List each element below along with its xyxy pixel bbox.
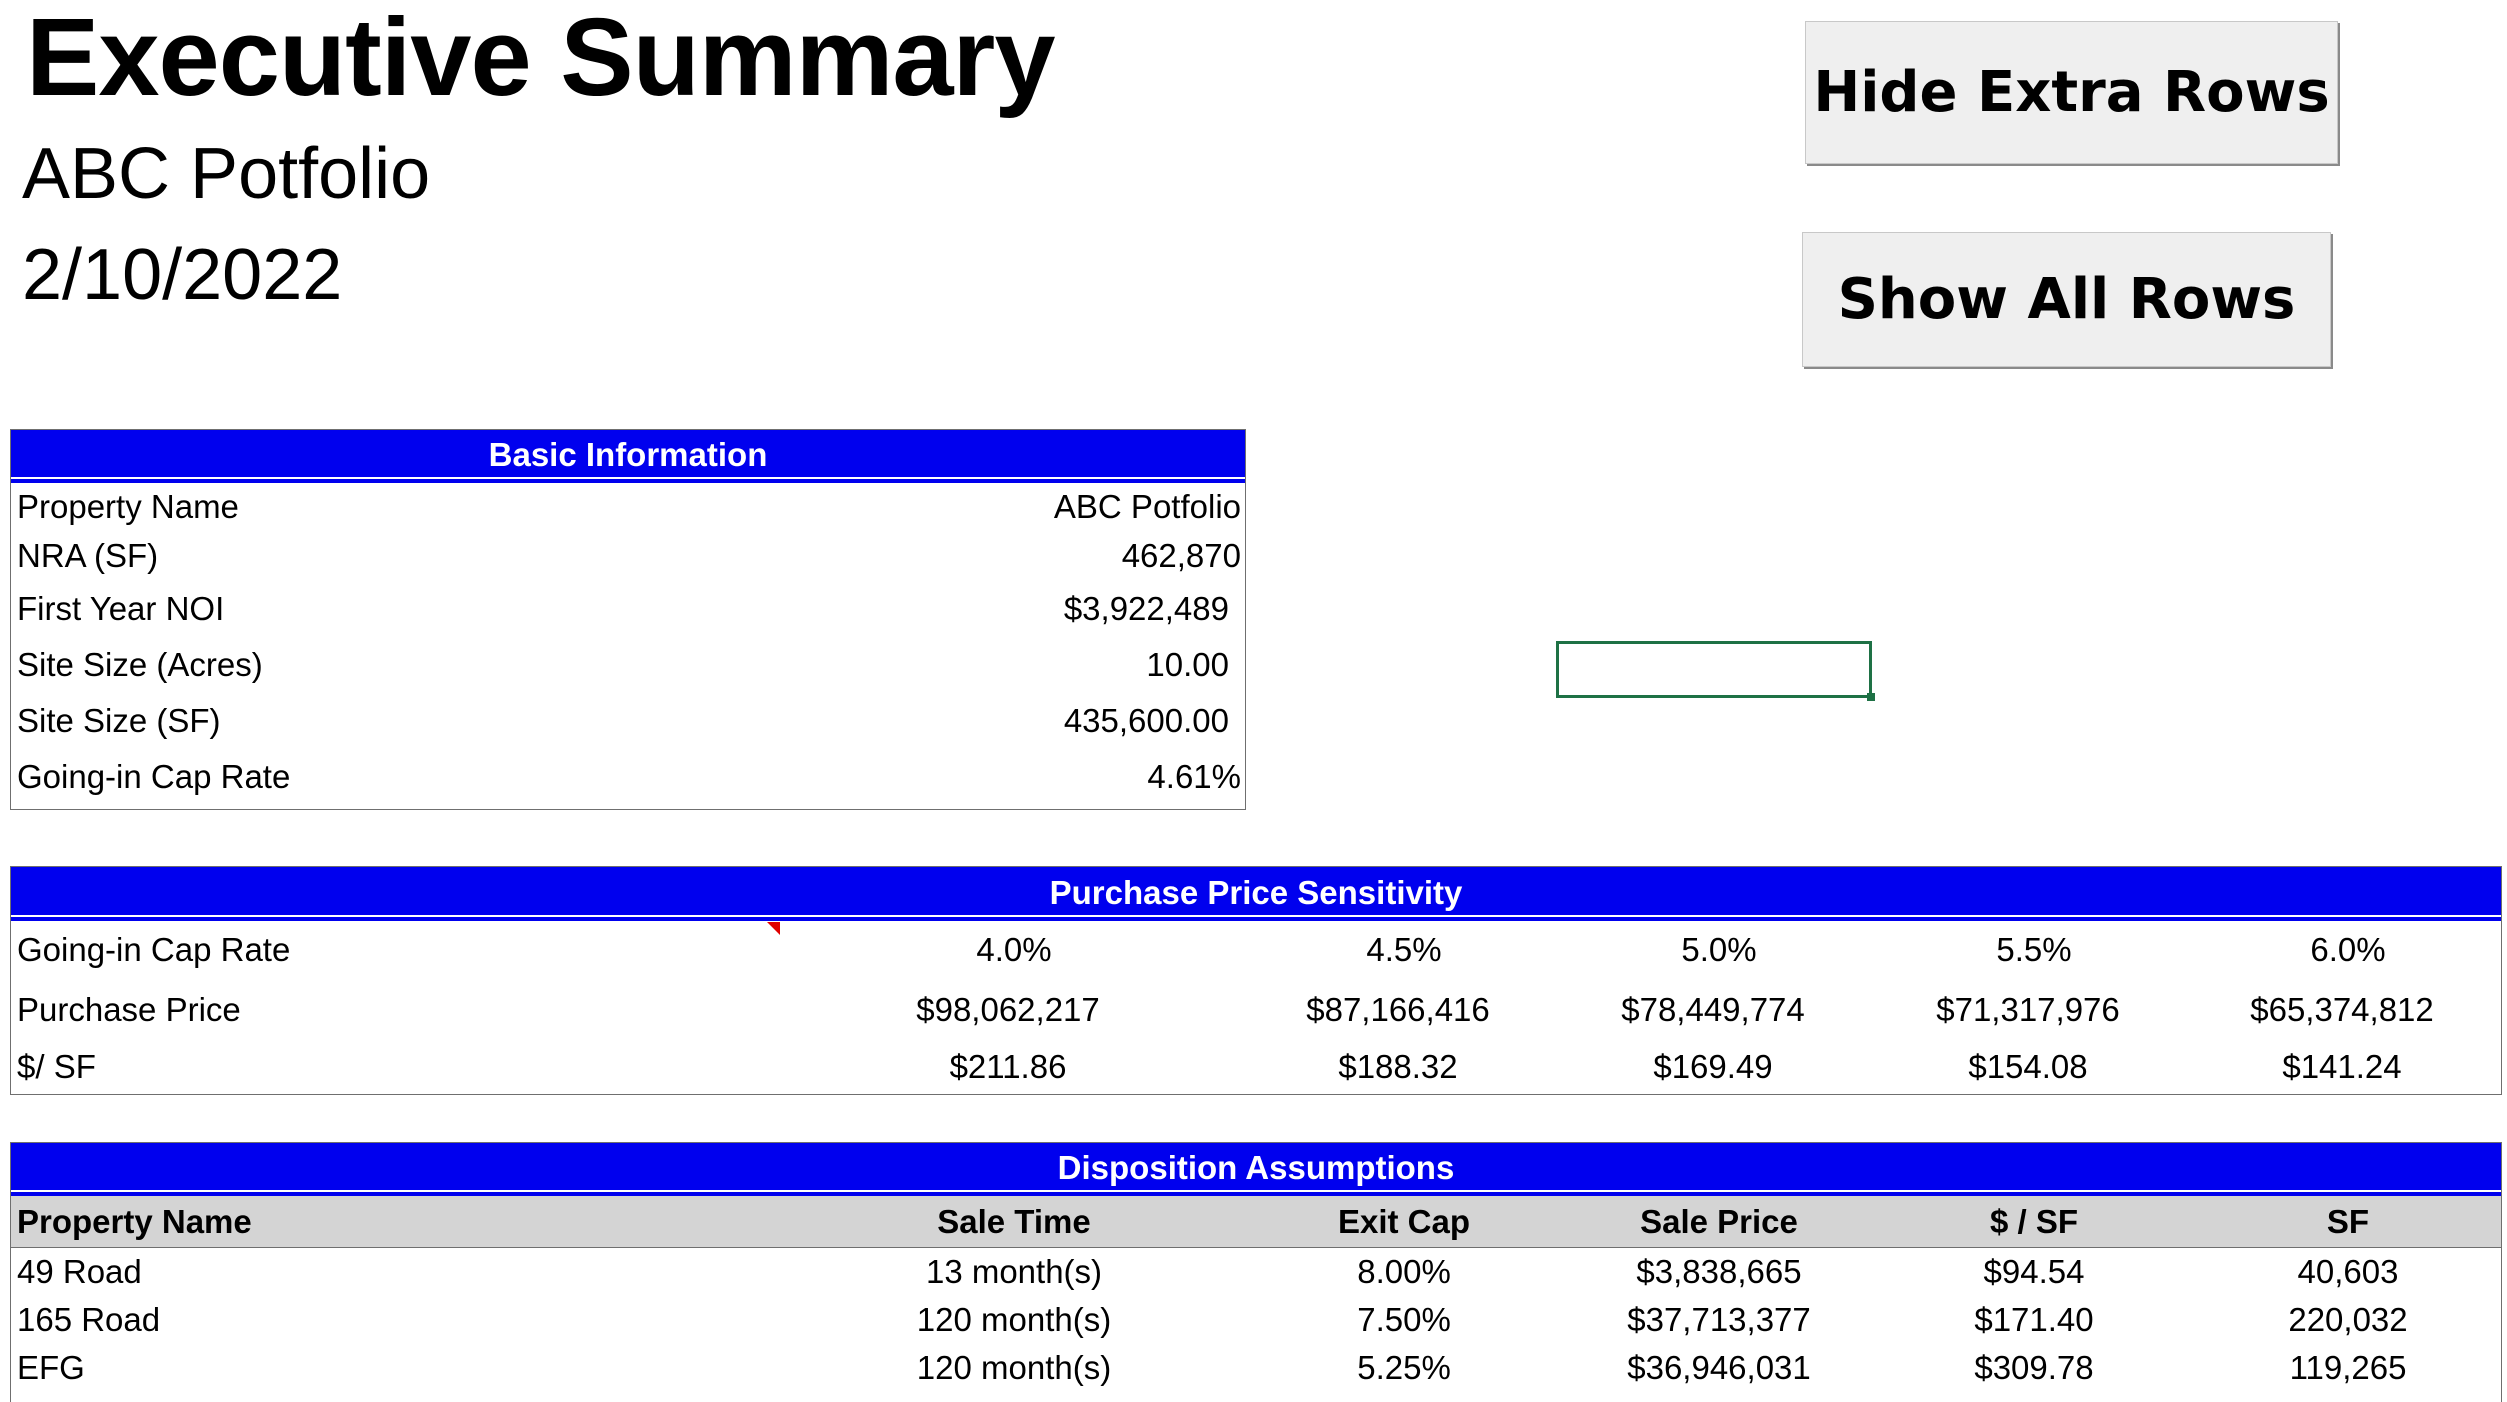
- basic-information-table: Basic Information Property Name ABC Potf…: [10, 429, 1246, 810]
- exit-cap-cell: 7.50%: [1357, 1301, 1451, 1338]
- basic-info-row[interactable]: Property Name ABC Potfolio: [11, 483, 1245, 531]
- sale-price-cell: $36,946,031: [1627, 1349, 1811, 1386]
- sensitivity-row[interactable]: Purchase Price $98,062,217 $87,166,416 $…: [11, 979, 2501, 1041]
- table-row[interactable]: EFG 120 month(s) 5.25% $36,946,031 $309.…: [11, 1344, 2501, 1392]
- basic-info-label: NRA (SF): [17, 537, 159, 574]
- sensitivity-cell: $87,166,416: [1306, 991, 1490, 1028]
- basic-info-value: 435,600.00: [1063, 702, 1229, 739]
- hide-extra-rows-button[interactable]: Hide Extra Rows: [1805, 21, 2338, 164]
- portfolio-name: ABC Potfolio: [22, 134, 431, 214]
- sensitivity-cell: $169.49: [1653, 1048, 1773, 1085]
- sale-price-cell: $37,713,377: [1627, 1301, 1811, 1338]
- property-name-cell: EFG: [17, 1349, 85, 1386]
- sensitivity-cell: $71,317,976: [1936, 991, 2120, 1028]
- sensitivity-label: Purchase Price: [17, 991, 241, 1028]
- basic-info-value: 462,870: [1121, 537, 1241, 574]
- comment-indicator[interactable]: [767, 922, 780, 935]
- sale-price-cell: $3,838,665: [1636, 1253, 1802, 1290]
- sensitivity-cell: 4.5%: [1366, 931, 1442, 968]
- basic-info-row[interactable]: Going-in Cap Rate 4.61%: [11, 749, 1245, 805]
- sensitivity-cell: 6.0%: [2310, 931, 2386, 968]
- report-date: 2/10/2022: [22, 235, 343, 315]
- basic-info-label: Going-in Cap Rate: [17, 758, 291, 795]
- column-header-exit-cap: Exit Cap: [1337, 1202, 1471, 1240]
- basic-info-value: 10.00: [1146, 646, 1229, 683]
- sensitivity-cell: $65,374,812: [2250, 991, 2434, 1028]
- selected-cell[interactable]: [1556, 641, 1875, 701]
- property-name-cell: 165 Road: [17, 1301, 161, 1338]
- dollar-per-sf-cell: $171.40: [1974, 1301, 2094, 1338]
- basic-info-row[interactable]: First Year NOI $3,922,489: [11, 581, 1245, 637]
- show-all-rows-button[interactable]: Show All Rows: [1802, 232, 2331, 367]
- sensitivity-cell: $211.86: [949, 1048, 1067, 1085]
- dollar-per-sf-cell: $94.54: [1983, 1253, 2085, 1290]
- basic-info-row[interactable]: Site Size (SF) 435,600.00: [11, 693, 1245, 749]
- basic-info-row[interactable]: Site Size (Acres) 10.00: [11, 637, 1245, 693]
- column-header-property-name: Property Name: [17, 1202, 252, 1240]
- sensitivity-cell: 5.5%: [1996, 931, 2072, 968]
- column-header-sale-time: Sale Time: [937, 1202, 1091, 1240]
- column-header-sale-price: Sale Price: [1640, 1202, 1798, 1240]
- disposition-assumptions-table: Disposition Assumptions Property Name Sa…: [10, 1142, 2502, 1402]
- basic-info-value: 4.61%: [1147, 758, 1241, 795]
- sensitivity-label: $/ SF: [17, 1048, 96, 1085]
- sf-cell: 40,603: [2297, 1253, 2399, 1290]
- property-name-cell: 49 Road: [17, 1253, 142, 1290]
- sensitivity-cell: $154.08: [1968, 1048, 2088, 1085]
- sf-cell: 119,265: [2289, 1349, 2407, 1386]
- basic-info-label: First Year NOI: [17, 590, 225, 627]
- column-header-dollar-per-sf: $ / SF: [1989, 1202, 2079, 1240]
- sensitivity-cell: $188.32: [1338, 1048, 1458, 1085]
- sensitivity-cell: $98,062,217: [916, 991, 1100, 1028]
- purchase-price-sensitivity-header: Purchase Price Sensitivity: [11, 867, 2501, 921]
- purchase-price-sensitivity-table: Purchase Price Sensitivity Going-in Cap …: [10, 866, 2502, 1095]
- exit-cap-cell: 5.25%: [1357, 1349, 1451, 1386]
- sensitivity-label: Going-in Cap Rate: [17, 931, 291, 968]
- table-row[interactable]: 165 Road 120 month(s) 7.50% $37,713,377 …: [11, 1296, 2501, 1344]
- sale-time-cell: 120 month(s): [916, 1301, 1112, 1338]
- basic-info-label: Site Size (SF): [17, 702, 221, 739]
- basic-information-header: Basic Information: [11, 430, 1245, 483]
- sensitivity-row[interactable]: Going-in Cap Rate 4.0% 4.5% 5.0% 5.5% 6.…: [11, 921, 2501, 979]
- disposition-assumptions-header: Disposition Assumptions: [11, 1143, 2501, 1196]
- table-row[interactable]: 49 Road 13 month(s) 8.00% $3,838,665 $94…: [11, 1248, 2501, 1296]
- sensitivity-cell: $141.24: [2282, 1048, 2402, 1085]
- dollar-per-sf-cell: $309.78: [1974, 1349, 2094, 1386]
- sf-cell: 220,032: [2288, 1301, 2408, 1338]
- sensitivity-row[interactable]: $/ SF $211.86 $188.32 $169.49 $154.08 $1…: [11, 1041, 2501, 1093]
- basic-info-label: Site Size (Acres): [17, 646, 263, 683]
- exit-cap-cell: 8.00%: [1357, 1253, 1451, 1290]
- sale-time-cell: 13 month(s): [925, 1253, 1103, 1290]
- sensitivity-cell: $78,449,774: [1621, 991, 1805, 1028]
- sensitivity-cell: 5.0%: [1681, 931, 1757, 968]
- column-header-row: Property Name Sale Time Exit Cap Sale Pr…: [11, 1196, 2501, 1248]
- page-title: Executive Summary: [26, 0, 1056, 119]
- basic-info-label: Property Name: [17, 488, 239, 525]
- column-header-sf: SF: [2326, 1202, 2370, 1240]
- basic-info-row[interactable]: NRA (SF) 462,870: [11, 531, 1245, 581]
- basic-info-value: ABC Potfolio: [1053, 488, 1241, 525]
- basic-info-value: $3,922,489: [1063, 590, 1229, 627]
- sale-time-cell: 120 month(s): [916, 1349, 1112, 1386]
- sensitivity-cell: 4.0%: [976, 931, 1052, 968]
